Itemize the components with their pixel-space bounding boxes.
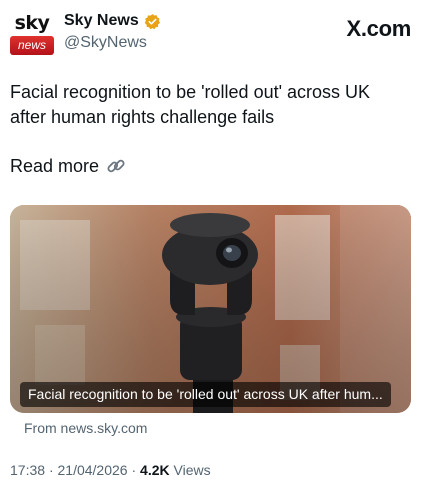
display-name[interactable]: Sky News <box>64 12 139 30</box>
read-more-label: Read more <box>10 155 100 176</box>
handle[interactable]: @SkyNews <box>64 34 161 52</box>
meta-separator: · <box>48 462 54 478</box>
tweet-date[interactable]: 21/04/2026 <box>58 462 128 478</box>
card-caption: Facial recognition to be 'rolled out' ac… <box>20 382 391 407</box>
read-more: Read more <box>10 155 127 177</box>
avatar[interactable]: sky news <box>10 12 54 56</box>
author-block: Sky News @SkyNews <box>64 10 161 52</box>
views-count: 4.2K <box>140 462 170 478</box>
views-label: Views <box>173 462 211 478</box>
tweet-header: sky news Sky News @SkyNews X.com <box>10 10 411 56</box>
avatar-logo-top: sky <box>14 12 50 34</box>
link-preview-card[interactable]: Facial recognition to be 'rolled out' ac… <box>10 205 411 413</box>
avatar-logo-bottom: news <box>10 36 54 55</box>
brand-label: X.com <box>346 16 411 41</box>
meta-separator: · <box>131 462 137 478</box>
card-source[interactable]: From news.sky.com <box>24 420 147 436</box>
verified-badge-icon <box>144 13 161 30</box>
tweet-time[interactable]: 17:38 <box>10 462 45 478</box>
tweet-meta: 17:38 · 21/04/2026 · 4.2K Views <box>10 462 211 478</box>
link-chain-icon <box>105 155 127 177</box>
tweet-text: Facial recognition to be 'rolled out' ac… <box>10 82 371 127</box>
